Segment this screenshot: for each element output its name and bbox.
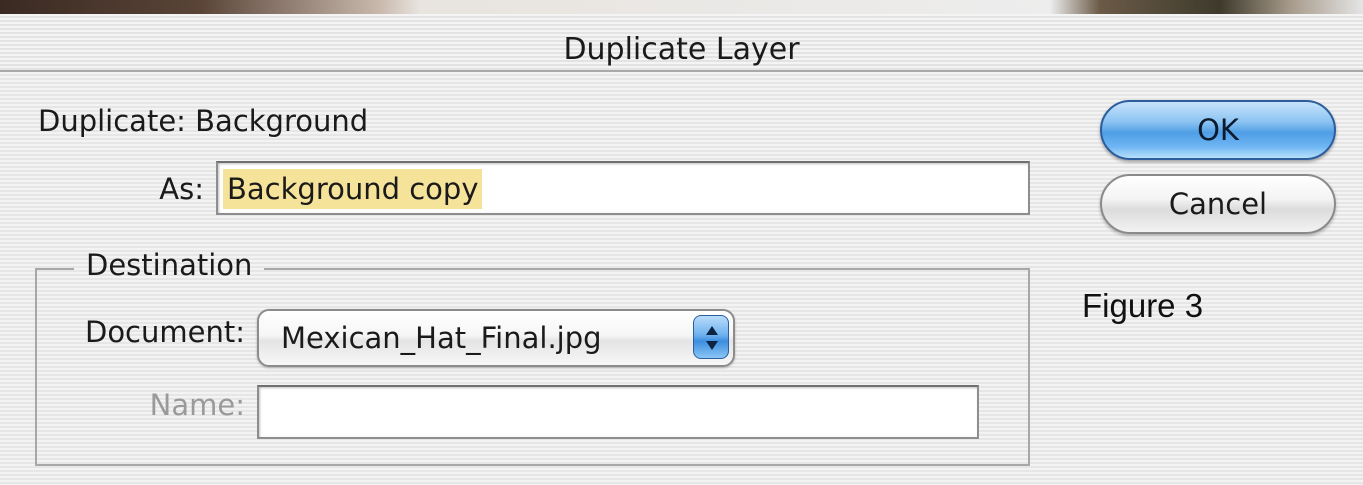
- name-field-value: [264, 393, 272, 433]
- document-label: Document:: [84, 315, 245, 349]
- name-label: Name:: [149, 388, 245, 422]
- dialog-title: Duplicate Layer: [563, 32, 800, 67]
- as-label: As:: [159, 172, 204, 206]
- as-name-field[interactable]: Background copy: [216, 161, 1030, 215]
- dialog-titlebar[interactable]: Duplicate Layer: [0, 14, 1363, 72]
- figure-caption: Figure 3: [1082, 287, 1204, 324]
- background-image-strip: [0, 0, 1363, 14]
- up-down-chevron-icon: [693, 315, 729, 359]
- cancel-button[interactable]: Cancel: [1100, 174, 1336, 234]
- ok-button[interactable]: OK: [1100, 100, 1336, 160]
- duplicate-source-label: Duplicate: Background: [38, 104, 369, 138]
- destination-legend: Destination: [74, 248, 265, 282]
- document-popup-value: Mexican_Hat_Final.jpg: [281, 321, 602, 355]
- document-popup[interactable]: Mexican_Hat_Final.jpg: [257, 309, 735, 367]
- name-field[interactable]: [257, 385, 979, 439]
- as-name-value: Background copy: [223, 169, 483, 209]
